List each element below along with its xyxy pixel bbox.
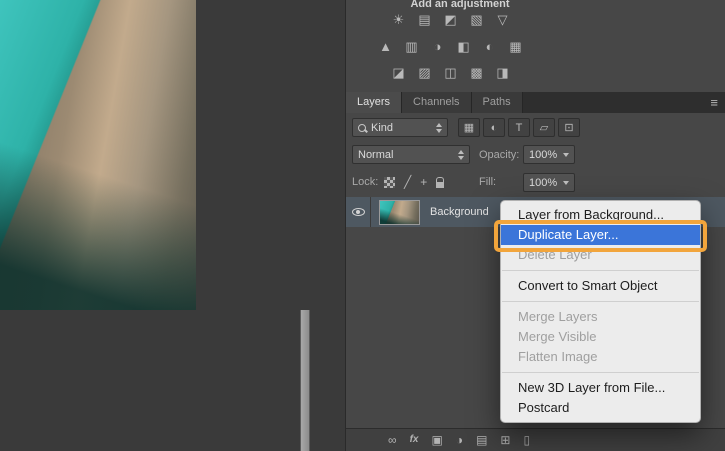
fill-label: Fill: [479, 176, 497, 188]
menu-separator [502, 270, 699, 271]
filter-pixel-layers-icon[interactable]: ▦ [458, 118, 480, 137]
layer-filter-kind-dropdown[interactable]: Kind [352, 118, 448, 137]
menu-item-new-3d-layer-from-file[interactable]: New 3D Layer from File... [501, 378, 700, 398]
canvas-scrollbar[interactable] [300, 310, 310, 451]
fill-dropdown[interactable]: 100% [523, 173, 575, 192]
layer-effects-icon[interactable]: fx [410, 434, 419, 446]
filter-type-layers-icon[interactable]: T [508, 118, 530, 137]
selective-color-icon[interactable]: ◨ [494, 64, 511, 81]
curves-icon[interactable]: ◩ [442, 11, 459, 28]
layer-visibility-toggle[interactable] [346, 197, 371, 227]
threshold-icon[interactable]: ◫ [442, 64, 459, 81]
menu-item-delete-layer: Delete Layer [518, 247, 592, 262]
chevron-updown-icon [436, 122, 442, 133]
menu-separator [502, 301, 699, 302]
panel-tab-bar: Layers Channels Paths [346, 92, 725, 113]
menu-item-merge-visible: Merge Visible [518, 329, 597, 344]
menu-item-merge-layers: Merge Layers [518, 309, 598, 324]
gradient-map-icon[interactable]: ▩ [468, 64, 485, 81]
chevron-updown-icon [458, 149, 464, 160]
search-filter-icon [358, 123, 366, 132]
link-layers-icon[interactable]: ∞ [388, 434, 397, 446]
color-lookup-icon[interactable]: ▽ [494, 11, 511, 28]
tab-channels[interactable]: Channels [402, 92, 472, 113]
lock-buttons: ╱ + [384, 173, 445, 191]
fill-value: 100% [529, 176, 558, 189]
channel-mixer-icon[interactable]: ▦ [507, 38, 524, 55]
add-layer-mask-icon[interactable]: ▣ [431, 434, 442, 446]
menu-item-convert-to-smart-object[interactable]: Convert to Smart Object [501, 276, 700, 296]
lock-all-icon[interactable] [436, 176, 445, 188]
filter-adjustment-layers-icon[interactable]: ◐ [483, 118, 505, 137]
opacity-value: 100% [529, 148, 558, 161]
chevron-down-icon [563, 152, 569, 157]
posterize-icon[interactable]: ▨ [416, 64, 433, 81]
blend-mode-dropdown[interactable]: Normal [352, 145, 470, 164]
adjustments-row-2: ▲ ▥ ◑ ◧ ◐ ▦ [377, 38, 524, 55]
black-white-icon[interactable]: ◧ [455, 38, 472, 55]
layer-filter-type-buttons: ▦ ◐ T ▱ ⊡ [458, 118, 580, 137]
exposure-icon[interactable]: ▧ [468, 11, 485, 28]
hue-saturation-icon[interactable]: ▥ [403, 38, 420, 55]
layer-thumbnail[interactable] [379, 200, 420, 225]
tab-paths[interactable]: Paths [471, 92, 523, 113]
adjustments-row-3: ◪ ▨ ◫ ▩ ◨ [390, 64, 511, 81]
menu-item-postcard[interactable]: Postcard [501, 398, 700, 418]
color-balance-icon[interactable]: ◑ [429, 38, 446, 55]
menu-item-flatten-image: Flatten Image [518, 349, 598, 364]
brightness-contrast-icon[interactable]: ☀ [390, 11, 407, 28]
tab-layers[interactable]: Layers [346, 92, 403, 113]
layer-name: Background [430, 206, 489, 218]
photoshop-window: Add an adjustment ☀ ▤ ◩ ▧ ▽ ▲ ▥ ◑ ◧ ◐ ▦ … [0, 0, 725, 451]
panel-menu-icon[interactable]: ≡ [710, 92, 718, 113]
menu-item-layer-from-background[interactable]: Layer from Background... [501, 205, 700, 225]
layers-panel-footer: ∞ fx ▣ ◑ ▤ ⊞ ▯ [346, 428, 725, 451]
adjustments-panel-title: Add an adjustment [410, 0, 510, 10]
lock-pixels-icon[interactable]: ╱ [404, 176, 411, 188]
photo-filter-icon[interactable]: ◐ [481, 38, 498, 55]
chevron-down-icon [563, 180, 569, 185]
kind-label: Kind [371, 121, 394, 134]
new-layer-icon[interactable]: ⊞ [500, 434, 510, 446]
delete-layer-icon[interactable]: ▯ [523, 434, 530, 446]
opacity-label: Opacity: [479, 149, 520, 161]
layer-context-menu: Layer from Background... Duplicate Layer… [500, 200, 701, 423]
new-adjustment-layer-icon[interactable]: ◑ [456, 434, 463, 446]
open-image-document[interactable] [0, 0, 196, 310]
lock-label: Lock: [352, 176, 379, 188]
filter-shape-layers-icon[interactable]: ▱ [533, 118, 555, 137]
menu-item-duplicate-layer[interactable]: Duplicate Layer... [501, 225, 700, 245]
opacity-dropdown[interactable]: 100% [523, 145, 575, 164]
lock-position-icon[interactable]: + [420, 176, 427, 188]
levels-icon[interactable]: ▤ [416, 11, 433, 28]
vibrance-icon[interactable]: ▲ [377, 38, 394, 55]
new-group-icon[interactable]: ▤ [476, 434, 487, 446]
invert-icon[interactable]: ◪ [390, 64, 407, 81]
blend-mode-value: Normal [358, 148, 394, 161]
eye-icon [351, 208, 365, 216]
filter-smart-objects-icon[interactable]: ⊡ [558, 118, 580, 137]
menu-separator [502, 372, 699, 373]
lock-transparency-icon[interactable] [384, 176, 395, 188]
adjustments-row-1: ☀ ▤ ◩ ▧ ▽ [390, 11, 511, 28]
